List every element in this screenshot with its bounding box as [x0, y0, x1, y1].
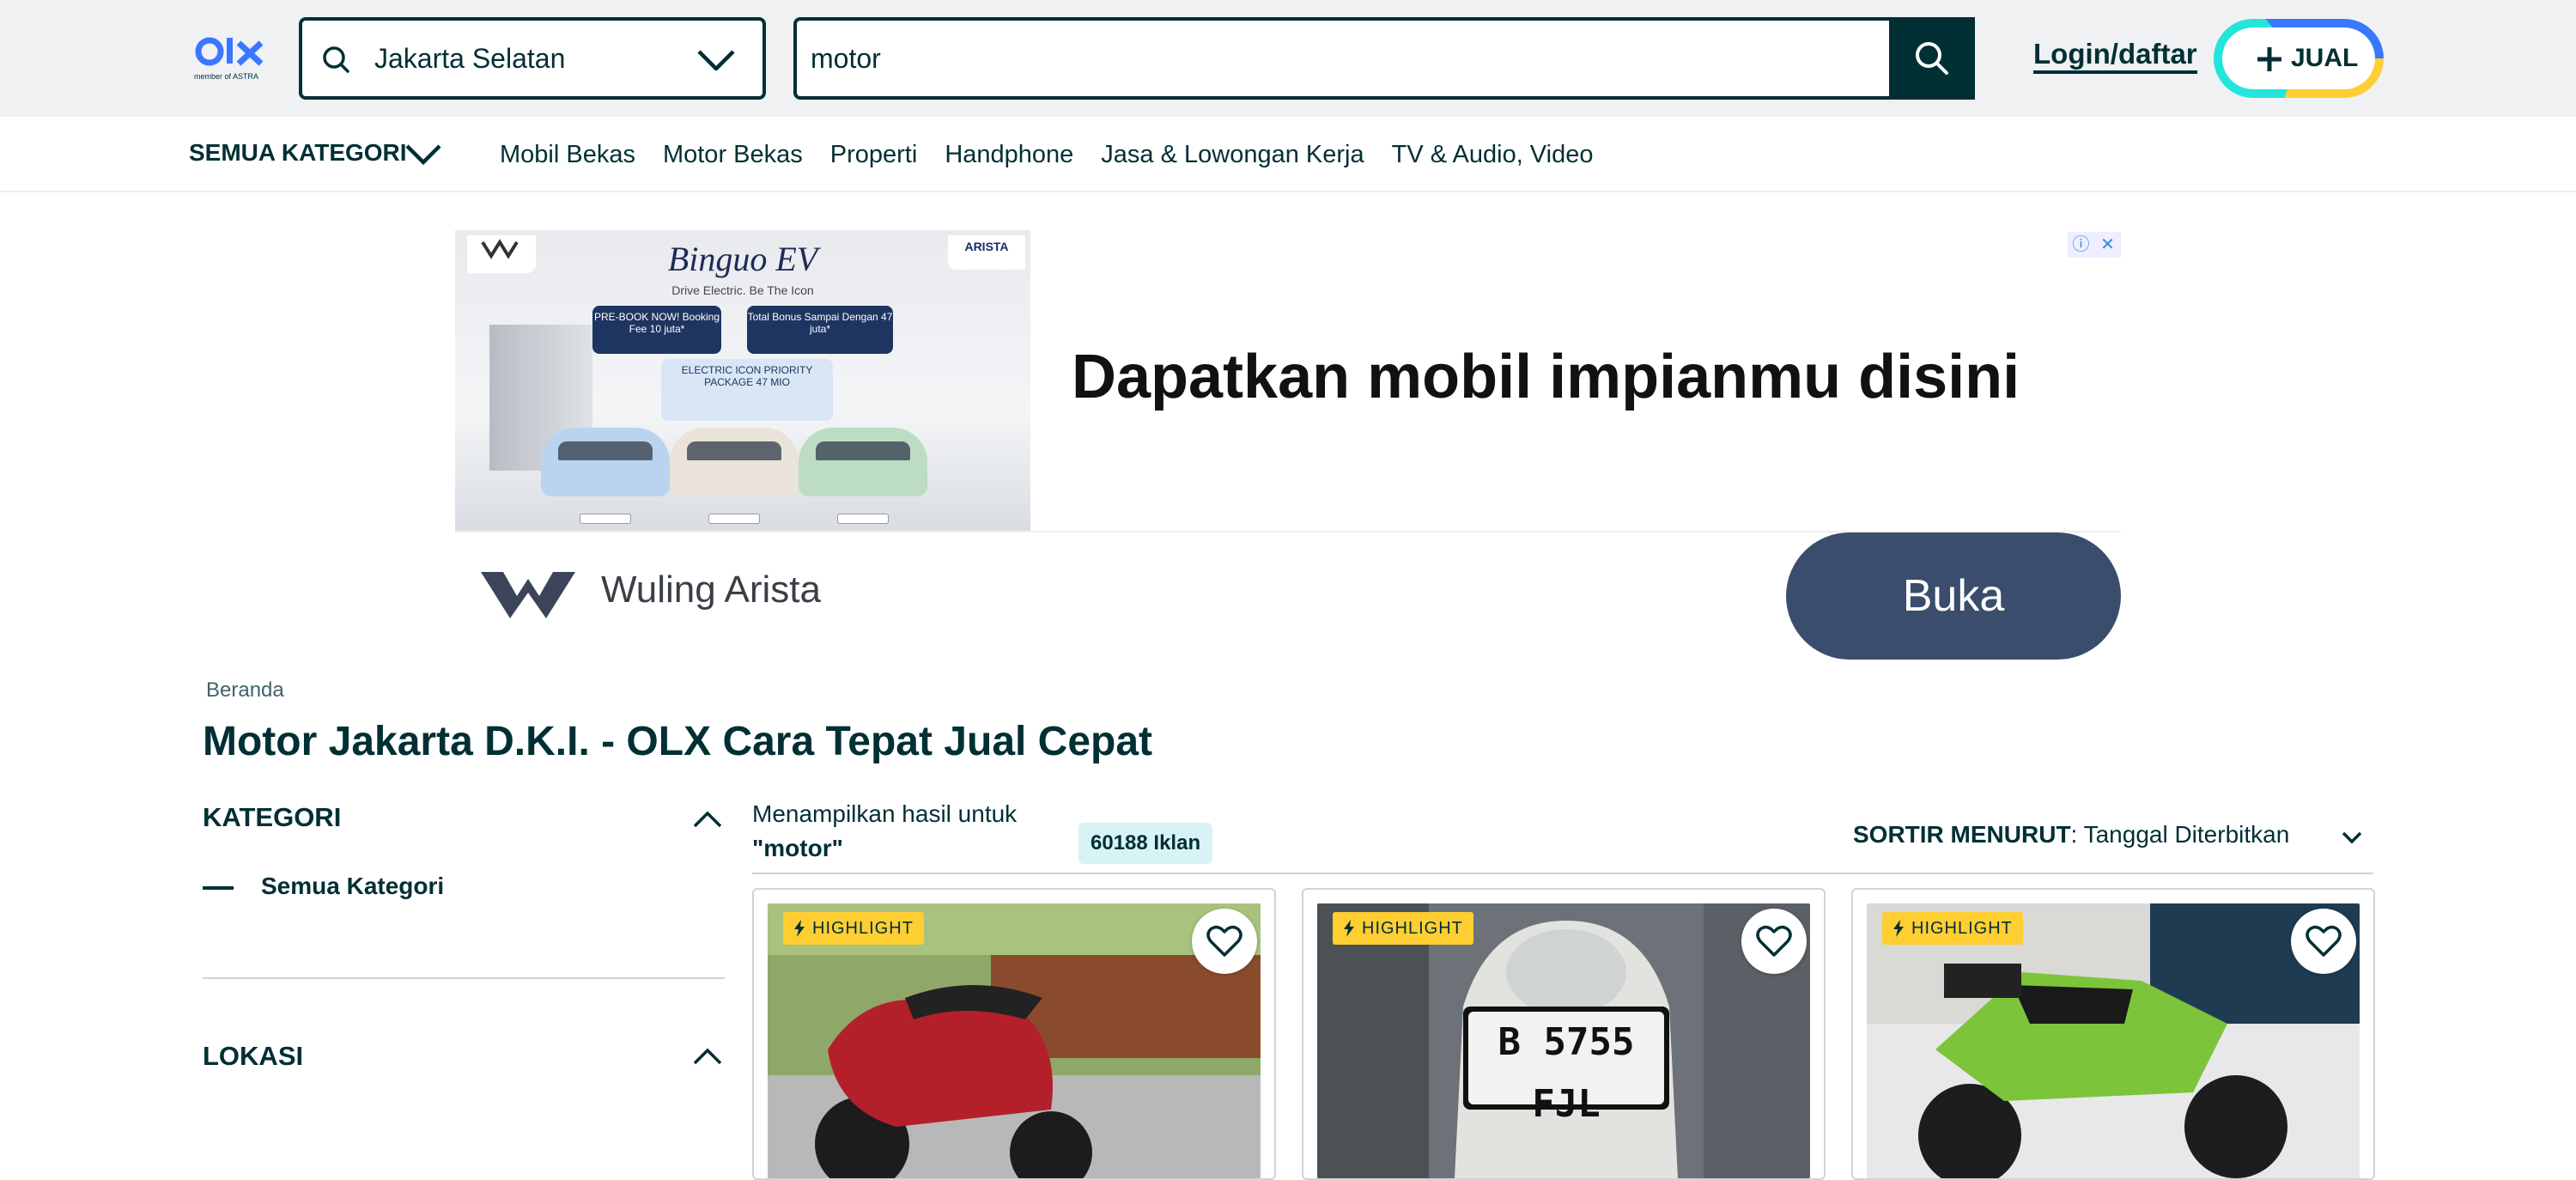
heart-icon [2306, 925, 2342, 957]
plus-icon [2257, 47, 2281, 71]
search-field[interactable] [793, 17, 1975, 100]
chevron-down-icon[interactable] [404, 139, 443, 170]
ad-image-tagline: Drive Electric. Be The Icon [671, 283, 814, 297]
lightning-icon [794, 920, 805, 937]
close-icon[interactable]: ✕ [2094, 232, 2121, 258]
listing-card[interactable]: HIGHLIGHT [752, 888, 1276, 1180]
olx-logo[interactable]: member of ASTRA [192, 33, 270, 84]
search-input[interactable] [809, 21, 1822, 96]
sidebar-divider [203, 977, 725, 979]
ad-car-tag [708, 514, 760, 524]
ad-car-image [799, 428, 927, 496]
sell-button-inner: JUAL [2222, 27, 2375, 89]
ad-image-offer: ELECTRIC ICON PRIORITY PACKAGE 47 MIO [661, 359, 833, 421]
listing-photo[interactable] [1867, 903, 2360, 1178]
category-link-tv-audio-video[interactable]: TV & Audio, Video [1392, 141, 1594, 169]
category-filter-heading[interactable]: KATEGORI [203, 802, 341, 833]
heart-icon [1206, 925, 1242, 957]
license-plate: B 5755 FJL [1498, 1020, 1635, 1126]
category-link-properti[interactable]: Properti [830, 141, 918, 169]
chevron-down-icon[interactable] [696, 43, 737, 77]
lightning-icon [1893, 920, 1904, 937]
sort-label: SORTIR MENURUT [1853, 821, 2071, 848]
listing-photo[interactable] [768, 903, 1261, 1178]
location-filter-heading[interactable]: LOKASI [203, 1041, 303, 1072]
ad-image-offer: PRE-BOOK NOW! Booking Fee 10 juta* [592, 306, 721, 354]
breadcrumb[interactable]: Beranda [206, 678, 284, 703]
page-title: Motor Jakarta D.K.I. - OLX Cara Tepat Ju… [203, 719, 1153, 764]
highlight-badge: HIGHLIGHT [783, 912, 924, 945]
login-link[interactable]: Login/daftar [2033, 40, 2197, 74]
favorite-button[interactable] [1741, 909, 1807, 974]
chevron-up-icon[interactable] [692, 1046, 723, 1067]
location-selector[interactable]: Jakarta Selatan [299, 17, 766, 100]
ad-car-image [541, 428, 670, 496]
top-header: member of ASTRA Jakarta Selatan Login/da… [0, 0, 2576, 117]
results-query: "motor" [752, 835, 843, 861]
sort-value: : Tanggal Diterbitkan [2070, 821, 2290, 848]
search-icon [1916, 42, 1948, 75]
ad-banner[interactable]: ARISTA Binguo EV Drive Electric. Be The … [455, 230, 2121, 660]
ad-car-image [670, 428, 799, 496]
chevron-down-icon[interactable] [2341, 830, 2363, 845]
ad-image-title: Binguo EV [667, 240, 818, 278]
highlight-label: HIGHLIGHT [1362, 919, 1463, 938]
category-link-motor-bekas[interactable]: Motor Bekas [663, 141, 803, 169]
logo-caption: member of ASTRA [194, 72, 259, 81]
ad-car-tag [580, 514, 631, 524]
category-bar: SEMUA KATEGORI Mobil Bekas Motor Bekas P… [0, 117, 2576, 192]
location-value: Jakarta Selatan [374, 43, 566, 74]
search-button[interactable] [1889, 17, 1975, 100]
category-links: Mobil Bekas Motor Bekas Properti Handpho… [500, 141, 1593, 169]
ad-car-tag [837, 514, 889, 524]
wuling-logo-icon [481, 572, 575, 618]
chevron-up-icon[interactable] [692, 809, 723, 830]
all-categories-toggle[interactable]: SEMUA KATEGORI [189, 139, 407, 167]
results-summary: Menampilkan hasil untuk "motor" [752, 797, 1017, 866]
listing-photo[interactable]: B 5755 FJL [1317, 903, 1810, 1178]
highlight-badge: HIGHLIGHT [1333, 912, 1473, 945]
highlight-label: HIGHLIGHT [812, 919, 914, 938]
heart-icon [1756, 925, 1792, 957]
info-icon[interactable]: ⓘ [2068, 232, 2094, 258]
sell-button[interactable]: JUAL [2214, 19, 2384, 98]
favorite-button[interactable] [2291, 909, 2356, 974]
ad-choices[interactable]: ⓘ ✕ [2068, 232, 2121, 258]
highlight-badge: HIGHLIGHT [1882, 912, 2023, 945]
category-link-jasa-lowongan[interactable]: Jasa & Lowongan Kerja [1101, 141, 1364, 169]
listing-card[interactable]: HIGHLIGHT [1851, 888, 2375, 1180]
category-filter-all[interactable]: Semua Kategori [261, 873, 444, 900]
ad-open-button[interactable]: Buka [1786, 532, 2121, 660]
dash-icon [203, 886, 234, 890]
ad-image[interactable]: ARISTA Binguo EV Drive Electric. Be The … [455, 230, 1030, 531]
search-icon [323, 46, 349, 73]
category-link-handphone[interactable]: Handphone [945, 141, 1073, 169]
listing-card[interactable]: B 5755 FJL HIGHLIGHT [1302, 888, 1826, 1180]
sell-button-label: JUAL [2291, 44, 2359, 72]
ad-headline[interactable]: Dapatkan mobil impianmu disini [1072, 342, 2020, 412]
ad-advertiser[interactable]: Wuling Arista [601, 569, 821, 611]
highlight-label: HIGHLIGHT [1911, 919, 2013, 938]
results-count-badge: 60188 Iklan [1078, 823, 1213, 864]
results-divider [752, 873, 2373, 874]
category-link-mobil-bekas[interactable]: Mobil Bekas [500, 141, 635, 169]
results-label: Menampilkan hasil untuk [752, 800, 1018, 827]
favorite-button[interactable] [1192, 909, 1257, 974]
lightning-icon [1344, 920, 1354, 937]
sort-dropdown[interactable]: SORTIR MENURUT: Tanggal Diterbitkan [1853, 821, 2289, 849]
ad-image-offer: Total Bonus Sampai Dengan 47 juta* [747, 306, 893, 354]
